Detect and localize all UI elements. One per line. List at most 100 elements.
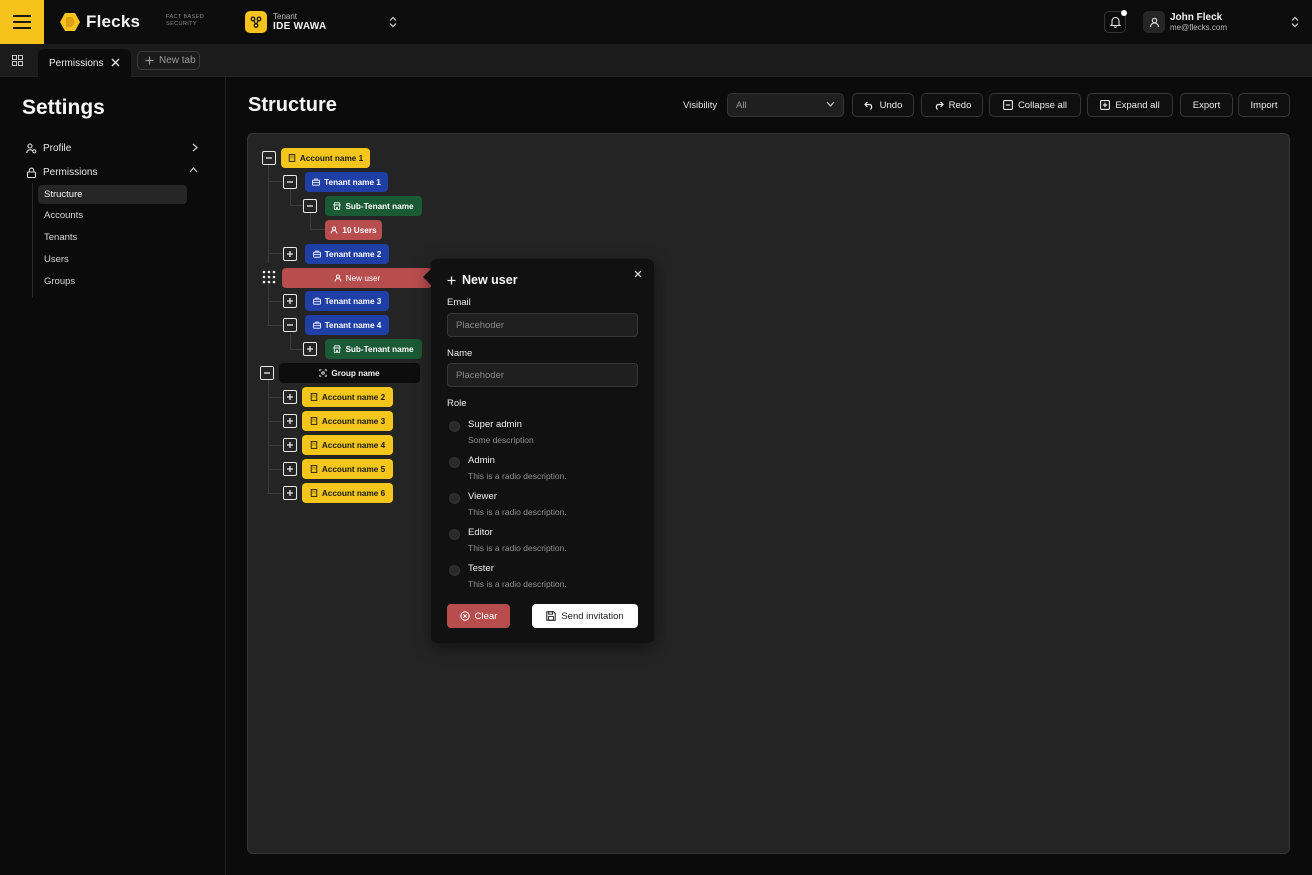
collapse-all-button[interactable]: Collapse all xyxy=(989,93,1081,117)
notifications-button[interactable] xyxy=(1104,10,1127,33)
tree-node-group[interactable]: Group name xyxy=(279,363,420,383)
node-label: Tenant name 3 xyxy=(324,296,382,306)
user-menu[interactable]: John Fleck me@flecks.com xyxy=(1143,9,1303,35)
sidebar-subitem-structure[interactable]: Structure xyxy=(38,185,187,204)
expand-icon xyxy=(1100,100,1111,110)
tree-node-subtenant[interactable]: Sub-Tenant name xyxy=(325,339,422,359)
role-radio-super-admin[interactable]: Super admin Some description xyxy=(447,419,638,449)
tab-permissions[interactable]: Permissions xyxy=(38,49,131,77)
tree-node-tenant[interactable]: Tenant name 3 xyxy=(305,291,389,311)
expand-toggle[interactable] xyxy=(303,342,317,356)
structure-canvas[interactable] xyxy=(247,133,1290,854)
sidebar-title: Settings xyxy=(22,96,105,119)
tree-node-account[interactable]: Account name 4 xyxy=(302,435,393,455)
tenant-name: IDE WAWA xyxy=(273,21,327,32)
redo-button[interactable]: Redo xyxy=(921,93,983,117)
tree-node-new-user[interactable]: New user xyxy=(282,268,432,288)
popover-arrow xyxy=(423,269,431,285)
radio-button[interactable] xyxy=(449,421,460,432)
menu-button[interactable] xyxy=(0,0,44,44)
apps-grid-icon[interactable] xyxy=(12,55,23,66)
chevron-updown-icon xyxy=(1291,16,1299,28)
sidebar-subitem-groups[interactable]: Groups xyxy=(38,272,187,291)
expand-toggle[interactable] xyxy=(283,462,297,476)
briefcase-icon xyxy=(312,321,321,329)
popover-title-text: New user xyxy=(462,273,518,287)
expand-toggle[interactable] xyxy=(283,414,297,428)
collapse-toggle[interactable] xyxy=(283,318,297,332)
brand-tagline: FACT BASED SECURITY xyxy=(166,14,205,27)
briefcase-icon xyxy=(312,178,320,186)
close-icon[interactable] xyxy=(111,58,120,67)
expand-toggle[interactable] xyxy=(283,294,297,308)
role-radio-admin[interactable]: Admin This is a radio description. xyxy=(447,455,638,485)
new-user-popover: New user Email Name Role Super admin Som… xyxy=(423,259,654,643)
role-radio-viewer[interactable]: Viewer This is a radio description. xyxy=(447,491,638,521)
sidebar-subitem-tenants[interactable]: Tenants xyxy=(38,228,187,247)
close-icon[interactable] xyxy=(634,270,642,278)
tree-node-account[interactable]: Account name 6 xyxy=(302,483,393,503)
plus-icon xyxy=(287,394,293,400)
collapse-toggle[interactable] xyxy=(260,366,274,380)
tree-node-users[interactable]: 10 Users xyxy=(325,220,382,240)
node-label: New user xyxy=(345,273,381,283)
brand-logo[interactable]: Flecks xyxy=(60,12,140,32)
collapse-toggle[interactable] xyxy=(262,151,276,165)
tree-connector xyxy=(268,253,282,254)
role-radio-editor[interactable]: Editor This is a radio description. xyxy=(447,527,638,557)
import-button[interactable]: Import xyxy=(1238,93,1290,117)
expand-all-button[interactable]: Expand all xyxy=(1087,93,1173,117)
clear-label: Clear xyxy=(474,610,498,622)
radio-button[interactable] xyxy=(449,529,460,540)
expand-toggle[interactable] xyxy=(283,390,297,404)
expand-toggle[interactable] xyxy=(283,247,297,261)
role-label: Role xyxy=(447,398,467,409)
clear-button[interactable]: Clear xyxy=(447,604,510,628)
tree-node-account[interactable]: Account name 1 xyxy=(281,148,370,168)
visibility-select[interactable]: All xyxy=(727,93,844,117)
save-icon xyxy=(546,611,557,621)
tenant-switcher[interactable]: Tenant IDE WAWA xyxy=(245,9,405,35)
export-button[interactable]: Export xyxy=(1180,93,1233,117)
email-field[interactable] xyxy=(447,313,638,337)
collapse-toggle[interactable] xyxy=(303,199,317,213)
sidebar-item-profile[interactable]: Profile xyxy=(26,139,198,157)
name-field[interactable] xyxy=(447,363,638,387)
tree-node-tenant[interactable]: Tenant name 4 xyxy=(305,315,389,335)
briefcase-icon xyxy=(312,250,321,258)
building-icon xyxy=(310,441,318,449)
radio-description: This is a radio description. xyxy=(468,579,567,589)
radio-button[interactable] xyxy=(449,565,460,576)
tree-node-account[interactable]: Account name 5 xyxy=(302,459,393,479)
plus-icon xyxy=(287,298,293,304)
chevron-updown-icon xyxy=(389,16,397,28)
tree-node-subtenant[interactable]: Sub-Tenant name xyxy=(325,196,422,216)
node-label: Group name xyxy=(331,368,380,378)
tree-node-account[interactable]: Account name 2 xyxy=(302,387,393,407)
undo-button[interactable]: Undo xyxy=(852,93,914,117)
tree-node-tenant[interactable]: Tenant name 2 xyxy=(305,244,389,264)
tree-node-tenant[interactable]: Tenant name 1 xyxy=(305,172,388,192)
expand-toggle[interactable] xyxy=(283,486,297,500)
store-icon xyxy=(333,345,342,353)
node-label: Account name 2 xyxy=(321,392,386,402)
radio-button[interactable] xyxy=(449,457,460,468)
tree-connector xyxy=(268,421,282,422)
sidebar-subitem-users[interactable]: Users xyxy=(38,250,187,269)
minus-icon xyxy=(266,157,272,159)
minus-icon xyxy=(307,205,313,207)
radio-label: Super admin xyxy=(468,419,522,430)
sidebar-subitem-accounts[interactable]: Accounts xyxy=(38,206,187,225)
collapse-toggle[interactable] xyxy=(283,175,297,189)
building-icon xyxy=(310,465,318,473)
radio-button[interactable] xyxy=(449,493,460,504)
drag-handle-icon[interactable] xyxy=(262,270,276,284)
tree-node-account[interactable]: Account name 3 xyxy=(302,411,393,431)
radio-label: Editor xyxy=(468,527,493,538)
user-icon xyxy=(334,274,342,282)
new-tab-button[interactable]: New tab xyxy=(137,51,200,70)
expand-toggle[interactable] xyxy=(283,438,297,452)
send-invitation-button[interactable]: Send invitation xyxy=(532,604,638,628)
sidebar-item-permissions[interactable]: Permissions xyxy=(26,163,198,181)
role-radio-tester[interactable]: Tester This is a radio description. xyxy=(447,563,638,593)
